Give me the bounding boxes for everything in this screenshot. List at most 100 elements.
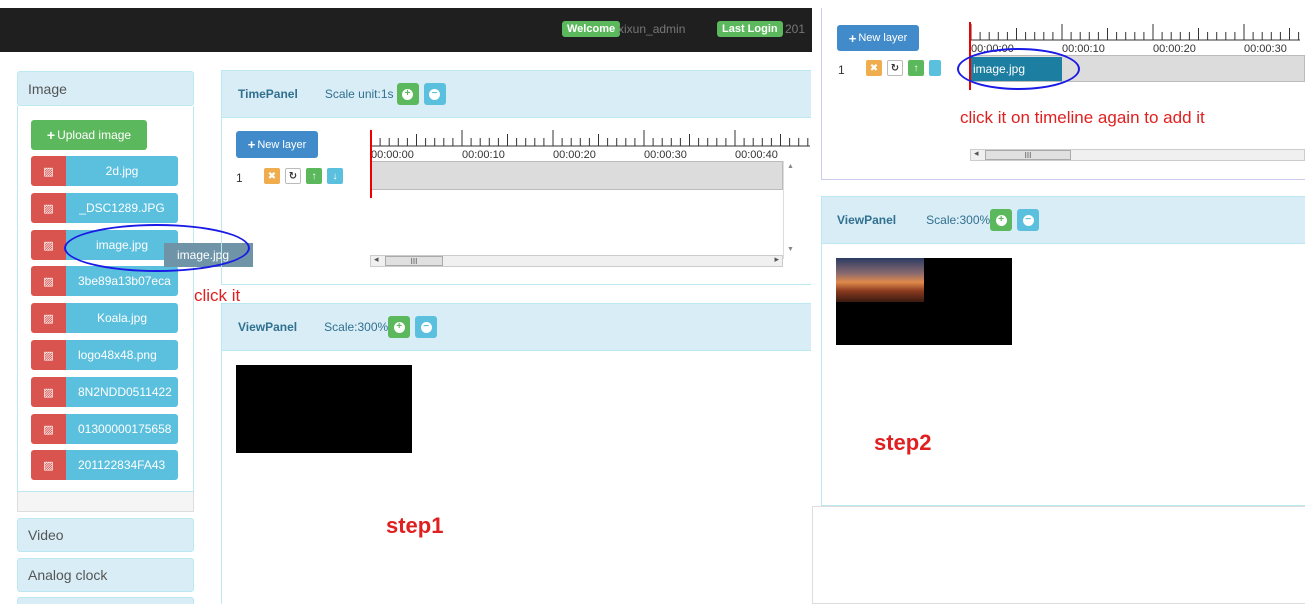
click-again-annotation: click it on timeline again to add it: [960, 108, 1205, 127]
plus-icon: +: [46, 127, 56, 143]
plus-circle-icon: +: [402, 88, 414, 100]
placed-image-thumbnail[interactable]: [836, 258, 924, 302]
trash-icon: ▨: [43, 165, 54, 178]
plus-icon: +: [247, 137, 256, 152]
last-login-value: 201: [785, 22, 806, 36]
ruler-tick-label: 00:00:00: [371, 149, 414, 160]
view-zoom-in-button[interactable]: +: [388, 316, 411, 338]
playhead[interactable]: [370, 130, 372, 198]
view-scale-label: Scale:300%: [324, 320, 389, 334]
last-login-badge: Last Login: [717, 21, 783, 37]
ruler-tick-label: 00:00:20: [1153, 43, 1196, 54]
scroll-up-icon: ▲: [787, 163, 794, 170]
minus-circle-icon: −: [429, 88, 441, 100]
preview-canvas[interactable]: [236, 365, 412, 453]
file-name-button[interactable]: _DSC1289.JPG: [66, 193, 178, 223]
ruler-tick-label: 00:00:30: [644, 149, 687, 160]
step2-lower-area: [812, 506, 1305, 604]
step1-label: step1: [386, 513, 444, 538]
annotation-oval-sidebar: [64, 224, 250, 272]
image-section-header[interactable]: Image: [17, 71, 194, 106]
horizontal-scrollbar[interactable]: ◂ III ▸: [370, 254, 783, 267]
delete-file-button[interactable]: ▨: [31, 266, 66, 296]
step2-horizontal-scrollbar[interactable]: ◂ III: [970, 148, 1305, 161]
video-section-header[interactable]: Video: [17, 518, 194, 552]
file-name-button[interactable]: 201122834FA43: [66, 450, 178, 480]
view-panel-title: ViewPanel: [238, 320, 298, 334]
trash-icon: ▨: [43, 275, 54, 288]
top-navbar: Welcome xixun_admin Last Login 201: [0, 8, 812, 52]
vertical-scrollbar[interactable]: ▲ ▼: [783, 161, 797, 259]
image-section-footer: [17, 492, 194, 512]
close-icon: ✖: [869, 62, 879, 74]
file-name-button[interactable]: 2d.jpg: [66, 156, 178, 186]
delete-file-button[interactable]: ▨: [31, 156, 66, 186]
analog-clock-section-title: Analog clock: [28, 567, 108, 583]
file-name-button[interactable]: 01300000175658: [66, 414, 178, 444]
time-zoom-out-button[interactable]: −: [423, 83, 446, 105]
video-section-title: Video: [28, 527, 64, 543]
click-it-annotation: click it: [194, 286, 241, 305]
trash-icon: ▨: [43, 239, 54, 252]
step2-view-panel: ViewPanel Scale:300% + −: [821, 196, 1305, 506]
step2-move-down-button[interactable]: [929, 60, 941, 76]
file-name-button[interactable]: logo48x48.png: [66, 340, 178, 370]
new-layer-button[interactable]: + New layer: [236, 131, 318, 158]
delete-file-button[interactable]: ▨: [31, 450, 66, 480]
arrow-down-icon: ↓: [332, 170, 338, 182]
timeline-ruler[interactable]: 00:00:00 00:00:10 00:00:20 00:00:30 00:00:40: [370, 128, 810, 160]
trash-icon: ▨: [43, 423, 54, 436]
layer-number: 1: [236, 171, 243, 185]
time-panel-title: TimePanel: [238, 87, 298, 101]
delete-file-button[interactable]: ▨: [31, 340, 66, 370]
delete-file-button[interactable]: ▨: [31, 377, 66, 407]
reset-layer-button[interactable]: ↻: [285, 168, 301, 184]
delete-layer-button[interactable]: ✖: [264, 168, 280, 184]
step2-zoom-in-button[interactable]: +: [990, 209, 1013, 231]
step2-new-layer-button[interactable]: + New layer: [837, 25, 919, 51]
step2-view-scale-label: Scale:300%: [926, 213, 991, 227]
minus-circle-icon: −: [1022, 214, 1034, 226]
arrow-up-icon: ↑: [913, 62, 919, 74]
time-zoom-in-button[interactable]: +: [396, 83, 419, 105]
move-layer-down-button[interactable]: ↓: [327, 168, 343, 184]
trash-icon: ▨: [43, 386, 54, 399]
step2-delete-layer-button[interactable]: ✖: [866, 60, 882, 76]
refresh-icon: ↻: [288, 170, 298, 182]
step2-view-panel-title: ViewPanel: [837, 213, 897, 227]
delete-file-button[interactable]: ▨: [31, 193, 66, 223]
trash-icon: ▨: [43, 349, 54, 362]
next-section-header[interactable]: [17, 597, 194, 604]
plus-circle-icon: +: [995, 214, 1007, 226]
upload-image-button[interactable]: + Upload image: [31, 120, 147, 150]
scroll-left-icon: ◂: [374, 254, 379, 264]
ruler-tick-label: 00:00:10: [462, 149, 505, 160]
view-zoom-out-button[interactable]: −: [415, 316, 438, 338]
file-name-button[interactable]: Koala.jpg: [66, 303, 178, 333]
file-name-button[interactable]: 8N2NDD0511422: [66, 377, 178, 407]
ruler-tick-label: 00:00:40: [735, 149, 778, 160]
ruler-tick-label: 00:00:20: [553, 149, 596, 160]
step2-view-panel-header: ViewPanel Scale:300% + −: [822, 197, 1305, 244]
step2-zoom-out-button[interactable]: −: [1017, 209, 1040, 231]
scroll-thumb[interactable]: III: [385, 256, 443, 266]
delete-file-button[interactable]: ▨: [31, 230, 66, 260]
step2-scroll-thumb[interactable]: III: [985, 150, 1071, 160]
trash-icon: ▨: [43, 459, 54, 472]
step2-move-up-button[interactable]: ↑: [908, 60, 924, 76]
image-section-title: Image: [28, 80, 67, 97]
annotation-oval-timeline: [957, 48, 1080, 90]
minus-circle-icon: −: [420, 321, 432, 333]
move-layer-up-button[interactable]: ↑: [306, 168, 322, 184]
view-panel: ViewPanel Scale:300% + −: [221, 303, 811, 604]
analog-clock-section-header[interactable]: Analog clock: [17, 558, 194, 592]
step2-new-layer-label: New layer: [858, 32, 908, 44]
step2-preview-canvas[interactable]: [836, 258, 1012, 345]
delete-file-button[interactable]: ▨: [31, 414, 66, 444]
refresh-icon: ↻: [890, 62, 900, 74]
step2-reset-layer-button[interactable]: ↻: [887, 60, 903, 76]
scroll-left-icon: ◂: [974, 148, 979, 158]
time-panel-header: TimePanel Scale unit:1s + −: [222, 71, 811, 118]
layer-track[interactable]: [370, 161, 783, 190]
delete-file-button[interactable]: ▨: [31, 303, 66, 333]
